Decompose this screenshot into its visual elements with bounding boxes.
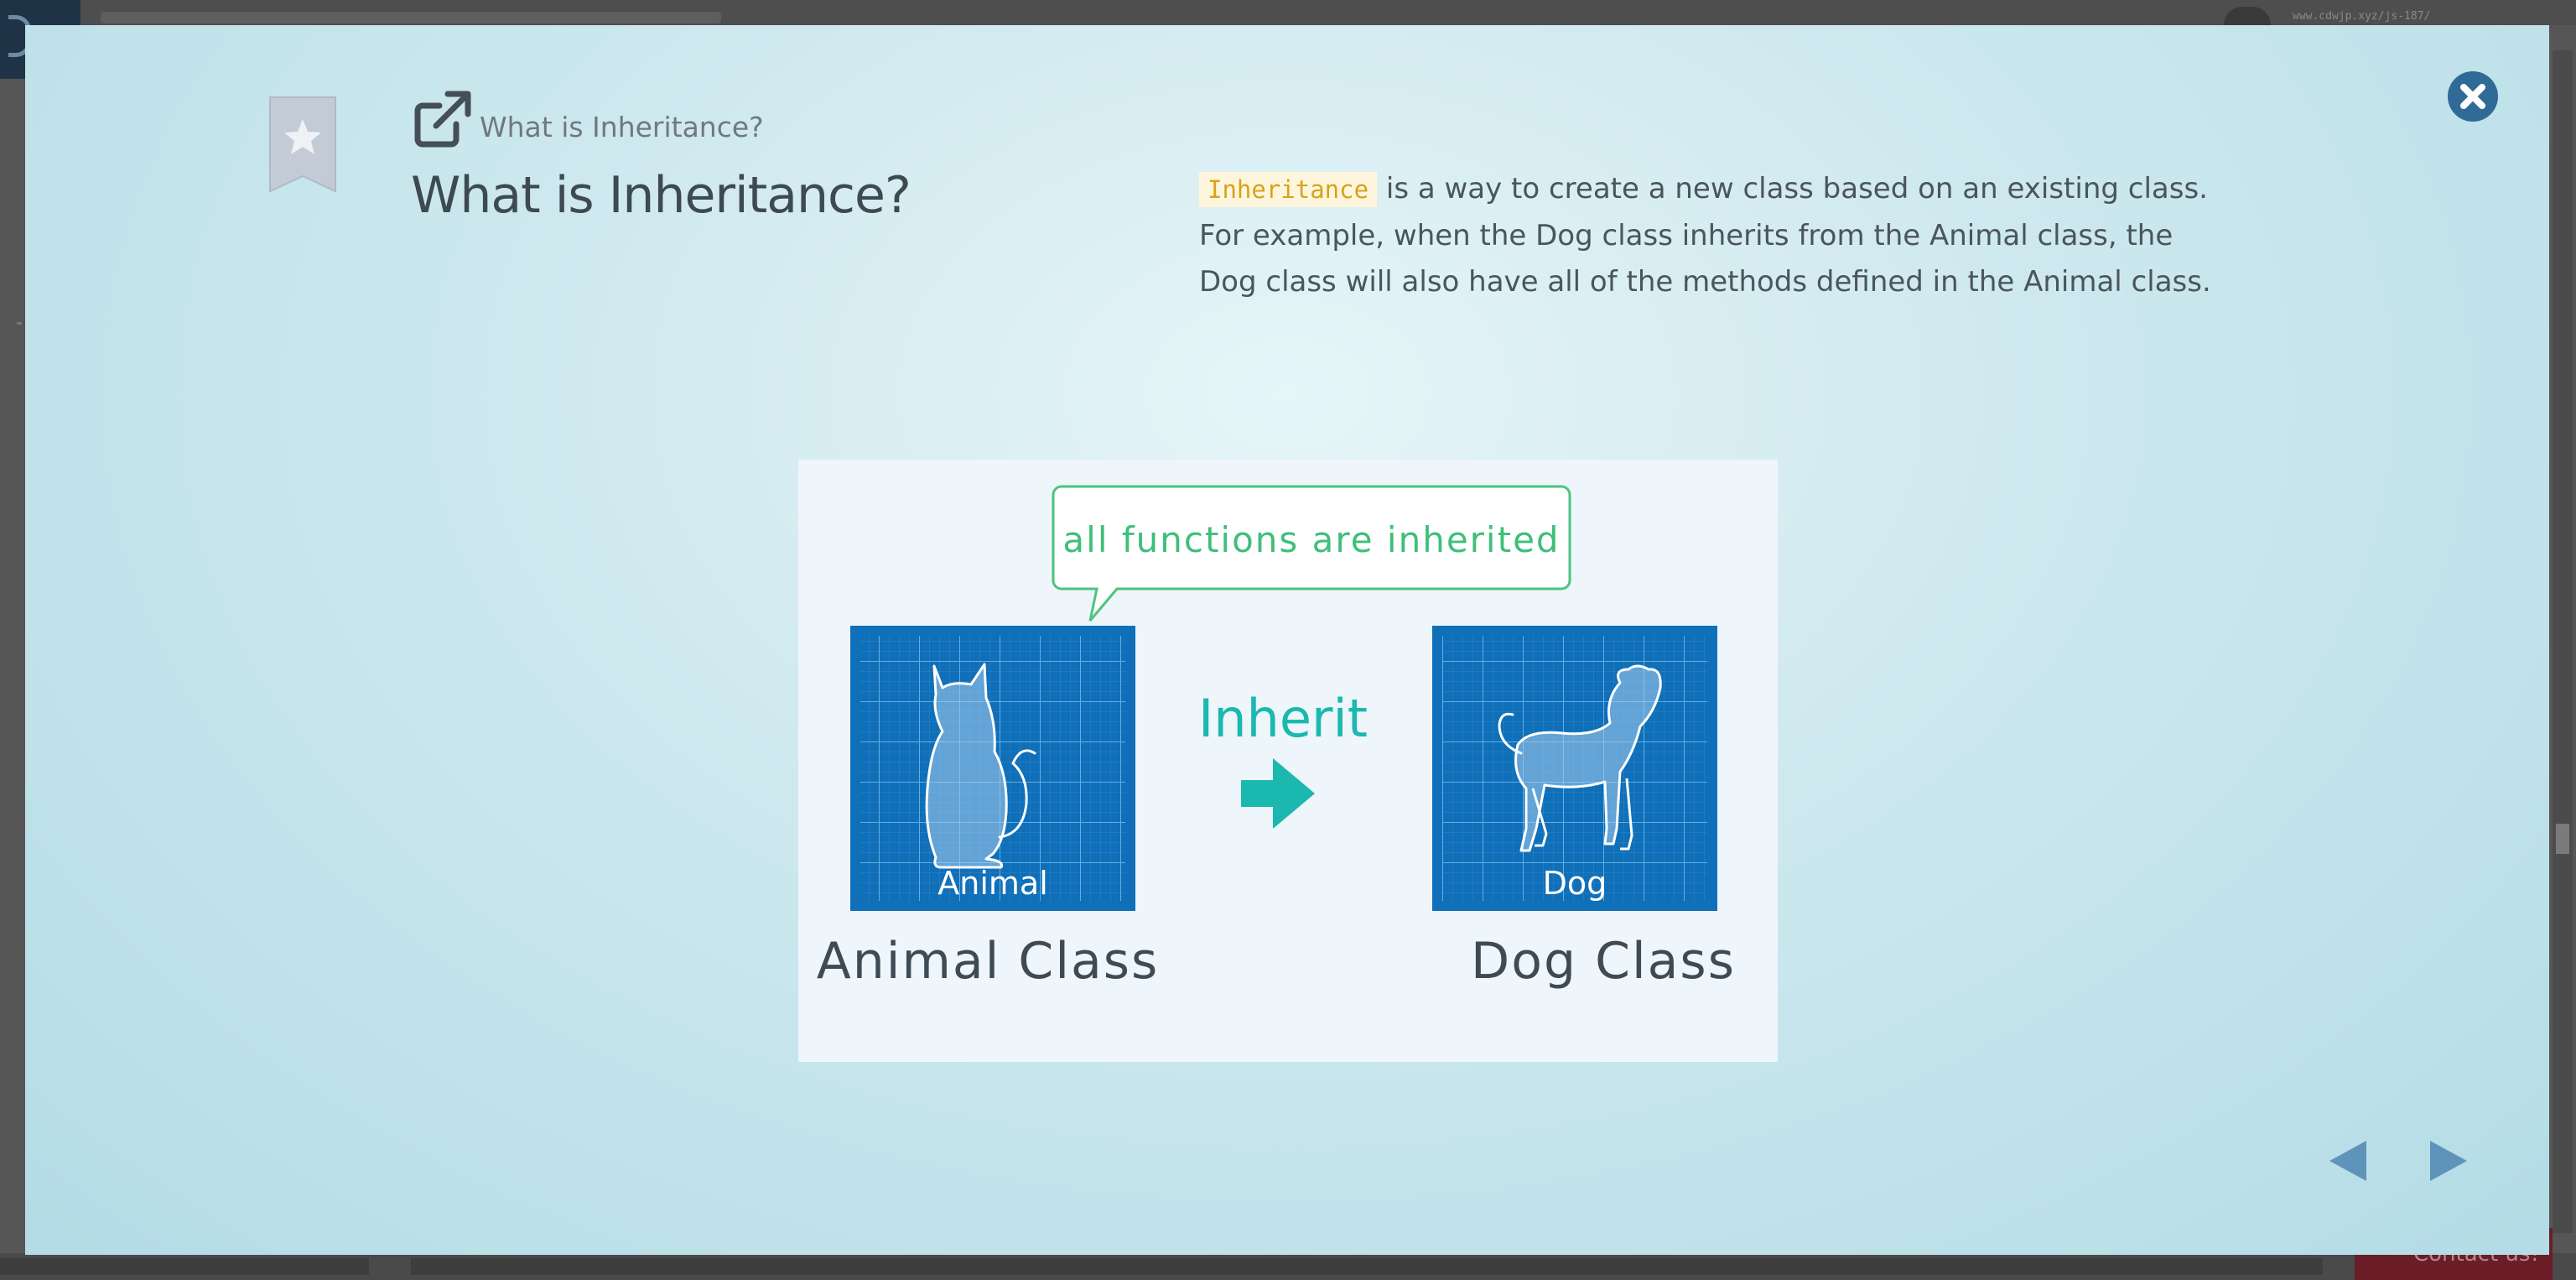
dog-class-caption: Dog Class bbox=[1471, 932, 1736, 991]
inherit-label: Inherit bbox=[1198, 688, 1368, 749]
description-line-3: Dog class will also have all of the meth… bbox=[1199, 265, 2211, 299]
arrow-right-icon bbox=[1241, 758, 1315, 829]
animal-blueprint-tile: Animal bbox=[850, 626, 1135, 911]
dog-tile-label: Dog bbox=[1543, 865, 1607, 902]
speech-bubble: all functions are inherited bbox=[1052, 485, 1571, 622]
close-icon[interactable] bbox=[2447, 70, 2499, 122]
page-title: What is Inheritance? bbox=[411, 166, 911, 225]
page-scrollbar[interactable] bbox=[2553, 50, 2573, 1233]
background-search-bar bbox=[101, 12, 721, 23]
animal-tile-label: Animal bbox=[937, 865, 1048, 902]
animal-class-caption: Animal Class bbox=[817, 932, 1160, 991]
lesson-description: Inheritance is a way to create a new cla… bbox=[1199, 166, 2289, 305]
background-horizontal-scroll bbox=[0, 1258, 369, 1275]
speech-bubble-text: all functions are inherited bbox=[1062, 519, 1560, 560]
triangle-left-icon[interactable] bbox=[2328, 1139, 2368, 1183]
bookmark-star-icon[interactable] bbox=[268, 96, 337, 193]
description-line-2: For example, when the Dog class inherits… bbox=[1199, 219, 2174, 252]
dog-blueprint-tile: Dog bbox=[1432, 626, 1717, 911]
background-marker bbox=[17, 322, 22, 325]
triangle-right-icon[interactable] bbox=[2428, 1139, 2469, 1183]
inline-code-term: Inheritance bbox=[1199, 172, 1378, 207]
lesson-modal: What is Inheritance? What is Inheritance… bbox=[25, 25, 2549, 1255]
breadcrumb: What is Inheritance? bbox=[480, 111, 764, 143]
page-scrollbar-thumb[interactable] bbox=[2556, 824, 2569, 854]
description-line-1: is a way to create a new class based on … bbox=[1377, 172, 2208, 206]
background-url: www.cdwjp.xyz/js-187/ bbox=[2293, 10, 2431, 23]
inheritance-diagram: all functions are inherited Animal Anima… bbox=[798, 460, 1778, 1062]
inheritance-diagram-svg: all functions are inherited Animal Anima… bbox=[817, 485, 1736, 991]
background-horizontal-scroll-track bbox=[411, 1258, 2323, 1275]
external-link-icon[interactable] bbox=[413, 89, 473, 149]
